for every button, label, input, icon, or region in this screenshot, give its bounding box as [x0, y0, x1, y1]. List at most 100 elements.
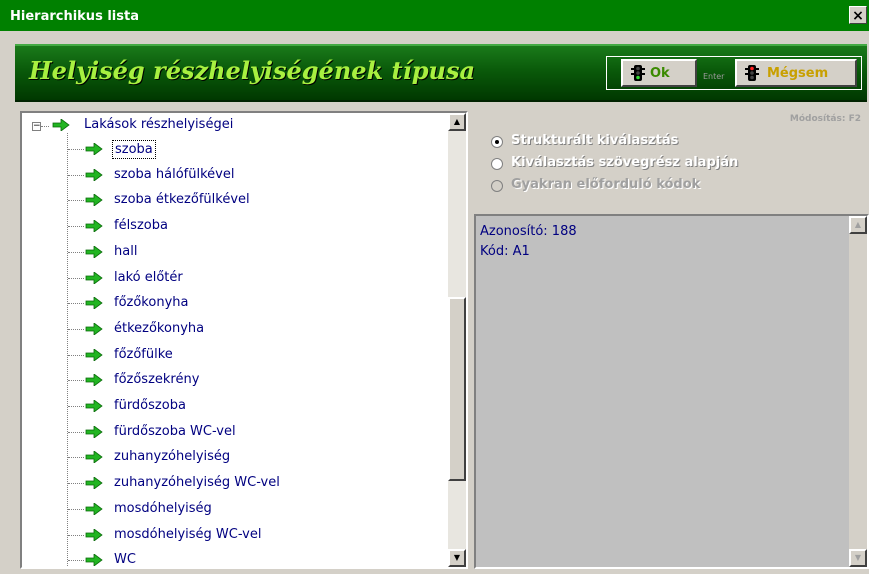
- tree-item-label: szoba hálófülkével: [114, 166, 235, 182]
- tree-connector: [68, 380, 84, 382]
- tree-item[interactable]: hall: [22, 240, 442, 264]
- title-bar: Hierarchikus lista ×: [0, 0, 869, 31]
- tree-item[interactable]: mosdóhelyiség: [22, 497, 442, 521]
- tree-item-label: lakó előtér: [114, 269, 183, 285]
- tree-item-label: zuhanyzóhelyiség: [114, 449, 231, 465]
- tree-connector: [68, 200, 84, 202]
- tree-scrollbar[interactable]: ▲ ▼: [448, 113, 466, 567]
- tree-item-label: mosdóhelyiség WC-vel: [114, 526, 262, 542]
- tree-item[interactable]: zuhanyzóhelyiség WC-vel: [22, 471, 442, 495]
- header-banner: Helyiség részhelyiségének típusa Ok Ente…: [15, 44, 867, 102]
- tree-item-label: mosdóhelyiség: [114, 500, 212, 516]
- tree-connector: [68, 560, 84, 562]
- cancel-label: Mégsem: [767, 66, 829, 81]
- page-title: Helyiség részhelyiségének típusa: [29, 56, 476, 85]
- green-arrow-icon: [85, 528, 103, 541]
- tree-item[interactable]: étkezőkonyha: [22, 317, 442, 341]
- tree-item-label: szoba: [112, 140, 156, 159]
- details-text: Azonosító: 188 Kód: A1: [480, 222, 577, 262]
- tree-connector: [68, 431, 84, 434]
- radio-label: Gyakran előforduló kódok: [511, 177, 701, 192]
- green-arrow-icon: [85, 425, 103, 438]
- scroll-down-button[interactable]: ▼: [849, 549, 867, 567]
- green-arrow-icon: [85, 297, 103, 310]
- green-arrow-icon: [85, 451, 103, 464]
- details-scrollbar[interactable]: ▲ ▼: [849, 216, 867, 567]
- tree-item[interactable]: szoba étkezőfülkével: [22, 188, 442, 212]
- tree-list: − Lakások részhelyiségei szoba szoba háló…: [22, 113, 448, 567]
- tree-connector: [68, 277, 84, 280]
- tree-connector: [68, 303, 84, 305]
- green-arrow-icon: [85, 554, 103, 567]
- tree-connector: [68, 174, 84, 177]
- tree-connector: [41, 126, 49, 128]
- tree-connector: [68, 457, 84, 459]
- ok-label: Ok: [650, 66, 670, 81]
- green-arrow-icon: [85, 374, 103, 387]
- tree-connector: [68, 534, 84, 537]
- scroll-up-button[interactable]: ▲: [448, 113, 466, 131]
- tree-connector: [68, 354, 84, 357]
- selection-mode-panel: Módosítás: F2 Strukturált kiválasztás Ki…: [475, 111, 869, 208]
- tree-item[interactable]: zuhanyzóhelyiség: [22, 445, 442, 469]
- cancel-button[interactable]: Mégsem: [735, 59, 857, 87]
- tree-connector: [68, 508, 84, 511]
- tree-item-label: főzőkonyha: [114, 295, 189, 311]
- radio-button[interactable]: [491, 136, 503, 148]
- action-buttons: Ok Enter Mégsem: [606, 56, 862, 90]
- tree-item[interactable]: főzőkonyha: [22, 291, 442, 315]
- radio-button[interactable]: [491, 158, 503, 170]
- green-arrow-icon: [52, 119, 70, 131]
- traffic-light-icon: [745, 65, 759, 81]
- collapse-icon[interactable]: −: [32, 122, 41, 131]
- green-arrow-icon: [85, 143, 103, 155]
- code-line: Kód: A1: [480, 244, 530, 259]
- tree-item-label: WC: [114, 552, 136, 567]
- radio-label: Strukturált kiválasztás: [511, 133, 679, 148]
- radio-label: Kiválasztás szövegrész alapján: [511, 155, 739, 170]
- tree-connector: [68, 328, 84, 331]
- tree-root[interactable]: − Lakások részhelyiségei: [22, 113, 442, 137]
- enter-hint: Enter: [703, 72, 725, 81]
- tree-connector: [68, 251, 84, 254]
- details-panel: Azonosító: 188 Kód: A1 ▲ ▼: [474, 214, 869, 569]
- tree-item-label: félszoba: [114, 218, 168, 234]
- tree-connector: [68, 149, 84, 151]
- window-title: Hierarchikus lista: [10, 9, 139, 24]
- tree-item[interactable]: fürdőszoba WC-vel: [22, 420, 442, 444]
- hierarchy-tree[interactable]: − Lakások részhelyiségei szoba szoba háló…: [20, 111, 468, 569]
- tree-item[interactable]: lakó előtér: [22, 266, 442, 290]
- tree-item-label: szoba étkezőfülkével: [114, 192, 250, 208]
- green-arrow-icon: [85, 400, 103, 412]
- tree-item[interactable]: szoba: [22, 137, 442, 161]
- tree-item-label: fürdőszoba WC-vel: [114, 423, 236, 439]
- tree-connector: [68, 226, 84, 228]
- scroll-thumb[interactable]: [448, 297, 466, 481]
- green-arrow-icon: [85, 194, 103, 207]
- tree-item[interactable]: főzőfülke: [22, 343, 442, 367]
- tree-item[interactable]: WC: [22, 548, 442, 567]
- tree-item-label: főzőszekrény: [114, 372, 200, 388]
- tree-item-label: étkezőkonyha: [114, 320, 205, 336]
- green-arrow-icon: [85, 168, 103, 181]
- close-button[interactable]: ×: [849, 6, 867, 24]
- scroll-up-button[interactable]: ▲: [849, 216, 867, 234]
- tree-item-label: főzőfülke: [114, 346, 173, 362]
- green-arrow-icon: [85, 322, 103, 335]
- green-arrow-icon: [85, 271, 103, 284]
- tree-item[interactable]: szoba hálófülkével: [22, 163, 442, 187]
- tree-item[interactable]: főzőszekrény: [22, 368, 442, 392]
- tree-item[interactable]: félszoba: [22, 214, 442, 238]
- tree-item[interactable]: fürdőszoba: [22, 394, 442, 418]
- tree-item-label: fürdőszoba: [114, 398, 186, 413]
- radio-button: [491, 180, 503, 192]
- tree-root-label: Lakások részhelyiségei: [84, 117, 234, 132]
- tree-item-label: hall: [114, 243, 138, 259]
- ok-button[interactable]: Ok: [621, 59, 697, 87]
- traffic-light-icon: [631, 65, 645, 81]
- scroll-down-button[interactable]: ▼: [448, 549, 466, 567]
- tree-item[interactable]: mosdóhelyiség WC-vel: [22, 523, 442, 547]
- id-line: Azonosító: 188: [480, 224, 577, 239]
- tree-connector: [68, 483, 84, 485]
- green-arrow-icon: [85, 477, 103, 490]
